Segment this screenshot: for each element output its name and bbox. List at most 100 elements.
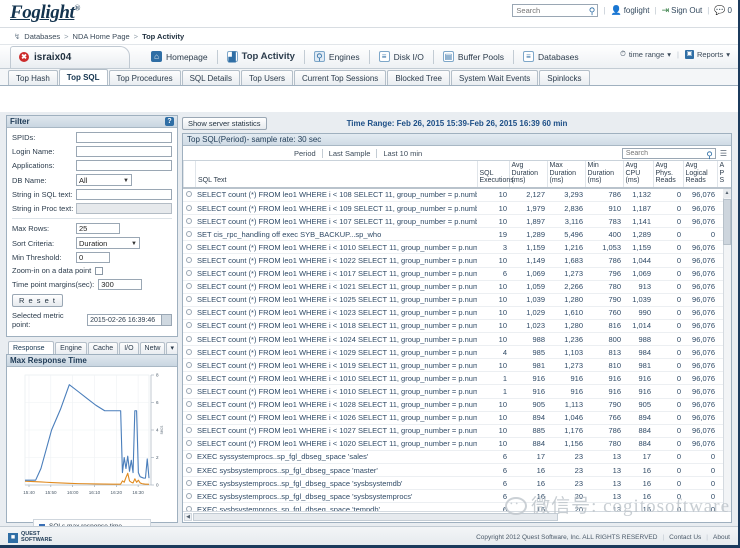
table-row[interactable]: SET cis_rpc_handling off exec SYB_BACKUP… [183,227,731,242]
table-row[interactable]: SELECT count (*) FROM leo1 WHERE i < 102… [183,424,731,438]
zoom-in-checkbox[interactable] [95,266,104,275]
row-select-radio[interactable] [186,453,192,460]
row-select-radio[interactable] [186,348,192,355]
col-avg-logical-reads[interactable]: Avg Logical Reads [682,161,717,188]
help-icon[interactable]: ? [165,117,174,126]
nav-engines[interactable]: Engines [305,47,369,67]
hscroll-thumb[interactable] [193,513,558,521]
breadcrumb-root[interactable]: Databases [24,32,60,41]
max-rows-input[interactable] [76,223,120,234]
calendar-icon[interactable] [161,315,171,325]
table-row[interactable]: SELECT count (*) FROM leo1 WHERE i < 102… [183,437,731,451]
scroll-left-arrow[interactable]: ◀ [184,513,192,521]
table-row[interactable]: SELECT count (*) FROM leo1 WHERE i < 108… [183,188,731,203]
row-select-radio[interactable] [186,283,192,290]
table-row[interactable]: SELECT count (*) FROM leo1 WHERE i < 102… [183,332,731,347]
tab-top-hash[interactable]: Top Hash [8,70,58,85]
time-range-selector[interactable]: ⏱ time range ▾ [620,49,671,59]
grid-search-icon[interactable]: ⚲ [706,150,713,161]
toggle-last-10-min[interactable]: Last 10 min [377,149,428,158]
row-select-radio[interactable] [186,270,192,277]
table-row[interactable]: EXEC sysbsystemprocs..sp_fgl_dbseg_space… [183,489,731,504]
row-select-radio[interactable] [186,309,192,316]
table-row[interactable]: SELECT count (*) FROM leo1 WHERE i < 109… [183,201,731,216]
grid-body[interactable]: SELECT count (*) FROM leo1 WHERE i < 108… [183,188,731,511]
time-margin-input[interactable] [98,279,143,290]
table-row[interactable]: SELECT count (*) FROM leo1 WHERE i < 101… [183,319,731,334]
toggle-period[interactable]: Period [288,149,322,158]
row-select-radio[interactable] [186,243,192,250]
col-avg-cpu[interactable]: Avg CPU (ms) [622,161,653,188]
applications-input[interactable] [76,160,172,171]
grid-search-input[interactable] [622,149,699,158]
tab-spinlocks[interactable]: Spinlocks [539,70,590,85]
scroll-thumb[interactable] [723,198,731,245]
login-name-input[interactable] [76,146,172,157]
user-menu[interactable]: 👤 foglight [610,5,649,16]
table-row[interactable]: EXEC sysbsystemprocs..sp_fgl_dbseg_space… [183,502,731,511]
col-sql-text[interactable]: SQL Text [195,161,477,188]
sort-criteria-select[interactable]: Duration ▼ [76,237,140,249]
scroll-up-arrow[interactable]: ▲ [723,188,731,198]
row-select-radio[interactable] [186,361,192,368]
tab-top-sql[interactable]: Top SQL [58,69,108,85]
tab-network[interactable]: Netw [139,342,166,354]
table-row[interactable]: SELECT count (*) FROM leo1 WHERE i < 102… [183,398,731,412]
search-icon[interactable]: ⚲ [589,6,596,17]
row-select-radio[interactable] [186,322,192,329]
table-row[interactable]: SELECT count (*) FROM leo1 WHERE i < 102… [183,411,731,425]
string-sql-input[interactable] [76,189,172,200]
table-row[interactable]: SELECT count (*) FROM leo1 WHERE i < 107… [183,214,731,229]
table-row[interactable]: SELECT count (*) FROM leo1 WHERE i < 101… [183,371,731,386]
col-avg-duration[interactable]: Avg Duration (ms) [508,161,547,188]
tab-system-wait-events[interactable]: System Wait Events [451,70,539,85]
table-row[interactable]: SELECT count (*) FROM leo1 WHERE i < 101… [183,384,731,399]
grid-search[interactable]: ⚲ [621,148,716,161]
about-link[interactable]: About [713,534,730,541]
table-row[interactable]: SELECT count (*) FROM leo1 WHERE i < 101… [183,358,731,373]
row-select-radio[interactable] [186,401,192,408]
breadcrumb-mid[interactable]: NDA Home Page [73,32,130,41]
global-search-input[interactable] [513,5,584,16]
db-name-select[interactable]: All ▼ [76,174,132,186]
reports-menu[interactable]: ▣ Reports ▾ [684,49,730,59]
nav-databases[interactable]: Databases [514,47,588,67]
col-avg-phys-reads[interactable]: Avg Phys. Reads [652,161,683,188]
tab-response-time[interactable]: Response Time [8,341,55,365]
tab-top-procedures[interactable]: Top Procedures [108,70,181,85]
row-select-radio[interactable] [186,492,192,499]
col-max-duration[interactable]: Max Duration (ms) [546,161,585,188]
messages-indicator[interactable]: 💬 0 [714,5,732,16]
tab-top-users[interactable]: Top Users [240,70,293,85]
grid-horizontal-scrollbar[interactable]: ◀ [183,511,731,522]
row-select-radio[interactable] [186,230,192,237]
row-select-radio[interactable] [186,204,192,211]
global-search[interactable]: ⚲ [512,4,599,17]
row-select-radio[interactable] [186,479,192,486]
metric-point-field[interactable]: 2015-02-26 16:39:46 [87,314,172,326]
row-select-radio[interactable] [186,217,192,224]
sign-out-button[interactable]: ⇥ Sign Out [662,5,703,16]
tab-io[interactable]: I/O [119,342,139,354]
table-row[interactable]: SELECT count (*) FROM leo1 WHERE i < 102… [183,280,731,294]
table-row[interactable]: SELECT count (*) FROM leo1 WHERE i < 102… [183,293,731,307]
object-tab-israix04[interactable]: ✖ israix04 [10,45,130,68]
row-select-radio[interactable] [186,257,192,264]
contact-us-link[interactable]: Contact Us [669,534,701,541]
table-row[interactable]: EXEC sysbsystemprocs..sp_fgl_dbseg_space… [183,476,731,491]
nav-top-activity[interactable]: Top Activity [218,47,304,67]
col-sql-executions[interactable]: SQL Executions [476,161,514,188]
row-select-radio[interactable] [186,466,192,473]
table-row[interactable]: EXEC sysbsystemprocs..sp_fgl_dbseg_space… [183,463,731,478]
row-select-radio[interactable] [186,387,192,394]
table-row[interactable]: SELECT count (*) FROM leo1 WHERE i < 102… [183,345,731,360]
tab-blocked-tree[interactable]: Blocked Tree [387,70,451,85]
chart-tabs-overflow[interactable]: ▾ [166,342,178,354]
table-row[interactable]: SELECT count (*) FROM leo1 WHERE i < 102… [183,253,731,268]
spids-input[interactable] [76,132,172,143]
table-row[interactable]: EXEC syssystemprocs..sp_fgl_dbseg_space … [183,450,731,464]
col-partial[interactable]: A P S [716,161,731,188]
tab-cache[interactable]: Cache [87,342,119,354]
toggle-last-sample[interactable]: Last Sample [323,149,377,158]
row-select-radio[interactable] [186,296,192,303]
